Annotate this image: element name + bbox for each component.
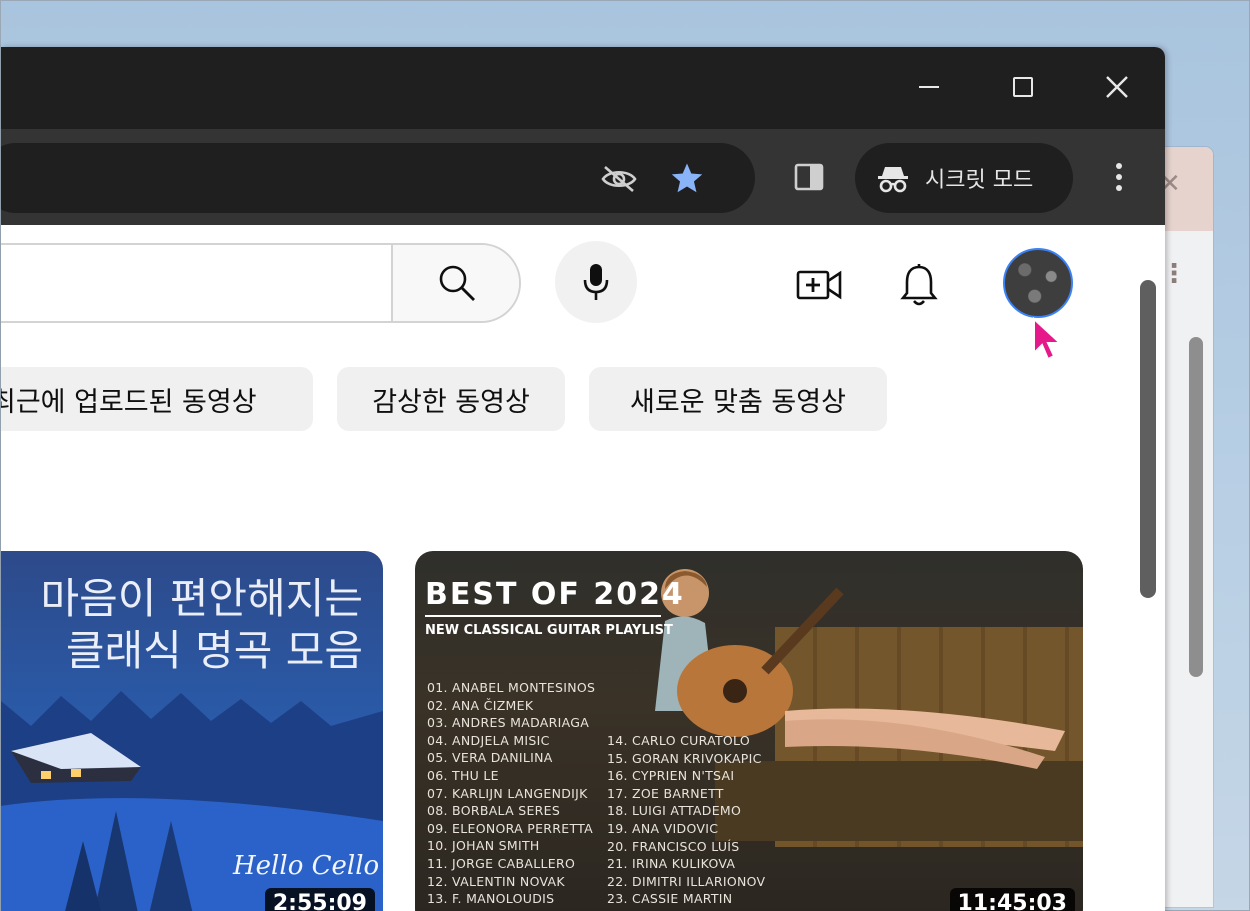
more-vert-icon[interactable] — [1099, 157, 1139, 197]
thumbnail-title-line2: 클래식 명곡 모음 — [65, 626, 363, 675]
thumbnail-heading: BEST OF 2024 — [425, 577, 685, 612]
track-item: 05. VERA DANILINA — [427, 750, 553, 766]
track-item: 16. CYPRIEN N'TSAI — [607, 768, 735, 784]
track-item: 06. THU LE — [427, 767, 499, 783]
track-item: 08. BORBALA SERES — [427, 803, 561, 819]
minimize-icon — [919, 86, 939, 88]
minimize-button[interactable] — [901, 61, 957, 113]
track-item: 10. JOHAN SMITH — [427, 838, 540, 854]
track-item: 20. FRANCISCO LUÍS — [607, 838, 740, 854]
bookmark-star-icon[interactable] — [667, 159, 707, 199]
track-item: 15. GORAN KRIVOKAPIC — [607, 750, 762, 766]
video-duration: 2:55:09 — [264, 888, 375, 911]
chip-label: 최근에 업로드된 동영상 — [1, 386, 257, 418]
search-icon — [439, 265, 475, 301]
chip-recently-uploaded[interactable]: 최근에 업로드된 동영상 — [1, 367, 313, 431]
track-item: 17. ZOE BARNETT — [607, 785, 724, 801]
track-item: 03. ANDRES MADARIAGA — [427, 715, 590, 731]
video-thumbnail[interactable]: 마음이 편안해지는 클래식 명곡 모음 Hello Cello 2:55:09 — [1, 551, 383, 911]
track-item: 11. JORGE CABALLERO — [427, 855, 576, 871]
page-content: 최근에 업로드된 동영상 감상한 동영상 새로운 맞춤 동영상 마음이 편안해지… — [1, 225, 1165, 911]
track-item: 13. F. MANOLOUDIS — [427, 891, 555, 907]
thumbnail-title: 마음이 편안해지는 클래식 명곡 모음 — [7, 573, 363, 677]
tracklist-column-2: 14. CARLO CURATOLO 15. GORAN KRIVOKAPIC … — [607, 732, 765, 908]
track-item: 12. VALENTIN NOVAK — [427, 873, 565, 889]
close-button[interactable] — [1089, 61, 1145, 113]
browser-window: 시크릿 모드 최근에 업로드된 동영상 감상한 동영상 새로운 맞춤 동영상 마… — [1, 47, 1165, 911]
incognito-label: 시크릿 모드 — [925, 168, 1034, 193]
maximize-button[interactable] — [995, 61, 1051, 113]
thumbnail-signature: Hello Cello — [233, 851, 380, 881]
tracklist-column-1: 01. ANABEL MONTESINOS 02. ANA ČIZMEK 03.… — [427, 679, 595, 908]
title-bar — [1, 47, 1165, 129]
eye-off-icon[interactable] — [599, 159, 639, 199]
avatar[interactable] — [1003, 248, 1073, 318]
track-item: 04. ANDJELA MISIC — [427, 732, 550, 748]
search-bar — [1, 243, 521, 323]
track-item: 19. ANA VIDOVIC — [607, 820, 719, 836]
maximize-icon — [1013, 77, 1033, 97]
thumbnail-heading-underline — [425, 615, 661, 617]
chip-watched[interactable]: 감상한 동영상 — [337, 367, 565, 431]
search-input[interactable] — [1, 245, 389, 321]
video-thumbnail[interactable]: BEST OF 2024 NEW CLASSICAL GUITAR PLAYLI… — [415, 551, 1083, 911]
track-item: 23. CASSIE MARTIN — [607, 891, 733, 907]
track-item: 18. LUIGI ATTADEMO — [607, 803, 742, 819]
track-item: 02. ANA ČIZMEK — [427, 697, 534, 713]
search-button[interactable] — [393, 245, 519, 321]
incognito-indicator[interactable]: 시크릿 모드 — [855, 143, 1073, 213]
chip-new-for-you[interactable]: 새로운 맞춤 동영상 — [589, 367, 887, 431]
browser-toolbar: 시크릿 모드 — [1, 129, 1165, 225]
track-item: 21. IRINA KULIKOVA — [607, 856, 736, 872]
mic-icon — [583, 264, 609, 300]
track-item: 14. CARLO CURATOLO — [607, 733, 751, 748]
notifications-bell-icon[interactable] — [895, 261, 943, 309]
track-item: 01. ANABEL MONTESINOS — [427, 680, 596, 695]
incognito-icon — [878, 167, 908, 193]
video-duration: 11:45:03 — [949, 888, 1075, 911]
track-item: 07. KARLIJN LANGENDIJK — [427, 785, 588, 801]
chip-label: 새로운 맞춤 동영상 — [630, 386, 846, 418]
thumbnail-subheading: NEW CLASSICAL GUITAR PLAYLIST — [425, 623, 673, 638]
background-window-scrollbar[interactable] — [1189, 337, 1203, 677]
track-item: 22. DIMITRI ILLARIONOV — [607, 873, 766, 889]
page-scrollbar[interactable] — [1140, 280, 1156, 598]
voice-search-button[interactable] — [555, 241, 637, 323]
track-item: 09. ELEONORA PERRETTA — [427, 820, 593, 836]
side-panel-icon[interactable] — [789, 157, 829, 197]
mouse-cursor-icon — [1033, 317, 1063, 361]
address-bar[interactable] — [1, 143, 755, 213]
chip-label: 감상한 동영상 — [372, 386, 530, 418]
thumbnail-title-line1: 마음이 편안해지는 — [40, 574, 363, 623]
close-icon — [1106, 76, 1128, 98]
create-video-icon[interactable] — [795, 261, 843, 309]
